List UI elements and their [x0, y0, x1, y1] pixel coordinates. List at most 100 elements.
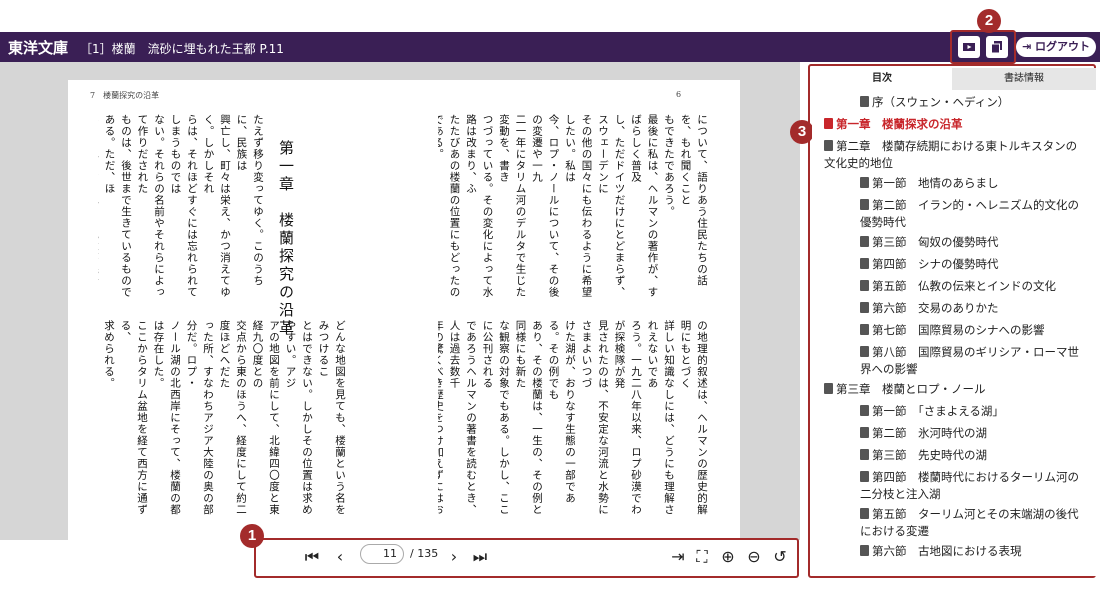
document-icon — [860, 177, 869, 188]
document-icon — [860, 545, 869, 556]
toc-item-label: 第四節 シナの優勢時代 — [872, 257, 999, 271]
text-column: し、ただドイツだけにとどまらず、スウェーデンに — [597, 114, 626, 298]
text-column: の地理的叙述は、ヘルマンの歴史的解明にもとづく — [679, 320, 709, 516]
last-page-icon[interactable]: ⏭ — [470, 547, 490, 567]
toc-item[interactable]: 第三節 匈奴の優勢時代 — [860, 234, 1088, 251]
toc-item-label: 第三章 楼蘭とロプ・ノール — [836, 382, 986, 396]
text-column: 見されたのは、不安定な河流と水勢にさまよいつづ — [580, 320, 610, 516]
text-column: ノール湖の北西岸にそって、楼蘭の都は存在した。 — [152, 320, 182, 516]
toc-item-label: 第八節 国際貿易のギリシア・ローマ世界への影響 — [860, 345, 1079, 376]
document-icon — [824, 383, 833, 394]
toc-item-label: 第三節 先史時代の湖 — [872, 448, 987, 462]
sidebar-panel: 目次 書誌情報 序（スウェン・ヘディン） 第一章 楼蘭探求の沿革第二章 楼蘭存続期… — [812, 68, 1096, 576]
chapter-title: 第一章 楼蘭探究の沿革 — [277, 140, 295, 338]
toc-item[interactable]: 第二節 イラン的・ヘレニズム的文化の優勢時代 — [860, 197, 1088, 231]
tab-bibliography[interactable]: 書誌情報 — [952, 68, 1096, 90]
document-icon — [860, 280, 869, 291]
toc-item[interactable]: 第五節 ターリム河とその末端湖の後代における変遷 — [860, 506, 1088, 540]
toc-item-label: 第五節 ターリム河とその末端湖の後代における変遷 — [860, 507, 1079, 538]
zoom-out-icon[interactable]: ⊖ — [744, 547, 764, 566]
document-icon — [860, 508, 869, 519]
text-column: けた湖が、おりなす生態の一部である。その例でも — [547, 320, 577, 504]
document-icon — [860, 96, 869, 107]
toc-item[interactable]: 第三章 楼蘭とロプ・ノール — [824, 381, 1086, 398]
fullscreen-icon[interactable]: ⛶ — [692, 547, 712, 567]
left-page-header: 7 楼蘭探究の沿革 — [90, 91, 160, 100]
text-column: 二一年にタリム河のデルタで生じた変動を、書き — [498, 114, 527, 298]
text-column: であろうヘルマンの著書を読むとき、人は過去数千 — [448, 320, 478, 516]
text-column: な観察の対象でもある。しかし、ここに公刊される — [481, 320, 511, 516]
document-icon — [860, 302, 869, 313]
text-column: について、語りあう住民たちの話を、もれ聞くこと — [679, 114, 709, 287]
toc-item[interactable]: 第一節 地情のあらまし — [860, 175, 1088, 192]
callout-box-2 — [950, 30, 1016, 64]
toc-item[interactable]: 序（スウェン・ヘディン） — [860, 94, 1088, 111]
tab-toc[interactable]: 目次 — [812, 68, 952, 90]
toc-item[interactable]: 第六節 交易のありかた — [860, 300, 1088, 317]
text-column: 楼蘭がマークされるこの土地は、そこを流れてい — [98, 320, 101, 520]
toc-item[interactable]: 第七節 国際貿易のシナへの影響 — [860, 322, 1088, 339]
fit-width-icon[interactable]: ⇥ — [668, 547, 688, 566]
brand-logo[interactable]: 東洋文庫 — [8, 37, 68, 58]
text-column: つづっている。その変化によって水路は改まり、ふ — [465, 114, 494, 298]
toc-item-label: 第二節 イラン的・ヘレニズム的文化の優勢時代 — [860, 198, 1079, 229]
toc-item[interactable]: 第二節 氷河時代の湖 — [860, 425, 1088, 442]
logout-label: ログアウト — [1035, 40, 1091, 53]
zoom-in-icon[interactable]: ⊕ — [718, 547, 738, 566]
toc-item-label: 第一節 地情のあらまし — [872, 176, 999, 190]
toc-item-label: 第一章 楼蘭探求の沿革 — [836, 117, 963, 131]
document-icon — [860, 427, 869, 438]
toc-item-label: 第七節 国際貿易のシナへの影響 — [872, 323, 1045, 337]
logout-button[interactable]: ⇥ ログアウト — [1016, 37, 1096, 57]
text-column: 求められる。 — [103, 320, 115, 389]
text-column: ものは、後世まで生きているものである。ただ、ほ — [103, 114, 133, 298]
document-icon — [860, 346, 869, 357]
toc-item[interactable]: 第二章 楼蘭存続期における東トルキスタンの文化史的地位 — [824, 138, 1086, 172]
document-icon — [824, 140, 833, 151]
text-column: 今、ロプ・ノールについて、その後の変遷や一九 — [531, 114, 560, 298]
document-icon — [860, 405, 869, 416]
callout-badge-1: 1 — [240, 524, 264, 548]
text-column: 年の驚くべき歴史をつけ加えずにはおれない — [438, 320, 444, 516]
toc-item[interactable]: 第六節 古地図における表現 — [860, 543, 1088, 560]
toc-item[interactable]: 第四節 シナの優勢時代 — [860, 256, 1088, 273]
text-column: んのまれに、それらの記憶が完全に消えうせてし — [98, 114, 101, 304]
document-icon — [860, 258, 869, 269]
text-column: らは、それほどすぐには忘れられてしまうものでは — [169, 114, 199, 298]
left-page-text-top: たえず移り変ってゆく。このうちに、民族は 興亡し、町々は栄え、かつ消えてゆく。しか… — [98, 114, 266, 304]
toc-item[interactable]: 第五節 仏教の伝来とインドの文化 — [860, 278, 1088, 295]
text-column: たえず移り変ってゆく。このうちに、民族は — [235, 114, 265, 287]
text-column: 最後に私は、ヘルマンの著作が、すばらしく普及 — [630, 114, 659, 298]
callout-badge-2: 2 — [977, 9, 1001, 33]
toc-item-label: 第二節 氷河時代の湖 — [872, 426, 987, 440]
document-icon — [860, 324, 869, 335]
header-bar: 東洋文庫 ［1］楼蘭 流砂に埋もれた王都 P.11 ⇥ ログアウト — [0, 32, 1100, 62]
first-page-icon[interactable]: ⏮ — [302, 547, 322, 567]
text-column: ろう。一九二八年以来、ロプ砂漠でわが探検隊が発 — [613, 320, 643, 516]
document-viewer[interactable]: 7 楼蘭探究の沿革 6 たえず移り変ってゆく。このうちに、民族は 興亡し、町々は栄… — [0, 62, 800, 540]
text-column: アの地図を前にして、北緯四〇度と東経九〇度との — [251, 320, 281, 516]
document-icon — [824, 118, 833, 129]
toc-item[interactable]: 第八節 国際貿易のギリシア・ローマ世界への影響 — [860, 344, 1088, 378]
next-page-icon[interactable]: › — [444, 547, 464, 566]
toc-item[interactable]: 第四節 楼蘭時代におけるターリム河の二分枝と注入湖 — [860, 469, 1088, 503]
logout-icon: ⇥ — [1021, 40, 1032, 53]
document-icon — [860, 449, 869, 460]
right-page-text-bottom: の地理的叙述は、ヘルマンの歴史的解明にもとづく 詳しい知識なしには、どうにも理解さ… — [438, 320, 710, 520]
toc-item[interactable]: 第一節 「さまよえる湖」 — [860, 403, 1088, 420]
rotate-icon[interactable]: ↺ — [770, 547, 790, 566]
toc-item-label: 序（スウェン・ヘディン） — [872, 95, 1010, 109]
text-column: った所、すなわちアジア大陸の奥の部分だ。ロプ・ — [185, 320, 215, 516]
toc-item-label: 第三節 匈奴の優勢時代 — [872, 235, 999, 249]
left-page-text-bottom: どんな地図を見ても、楼蘭という名をみつけるこ とはできない。しかしその位置は求めや… — [98, 320, 348, 520]
toc-item[interactable]: 第一章 楼蘭探求の沿革 — [824, 116, 1086, 133]
document-icon — [860, 236, 869, 247]
page-number-input[interactable]: 11 — [360, 544, 404, 564]
text-column: 興亡し、町々は栄え、かつ消えてゆく。しかしそれ — [202, 114, 232, 298]
toc-item[interactable]: 第三節 先史時代の湖 — [860, 447, 1088, 464]
app-window: 東洋文庫 ［1］楼蘭 流砂に埋もれた王都 P.11 ⇥ ログアウト 2 7 楼蘭… — [0, 0, 1100, 600]
prev-page-icon[interactable]: ‹ — [330, 547, 350, 566]
text-column: 詳しい知識なしには、どうにも理解されえないであ — [646, 320, 676, 516]
document-icon — [860, 199, 869, 210]
text-column: ここからタリム盆地を経て西方に通ずる、 — [119, 320, 149, 516]
